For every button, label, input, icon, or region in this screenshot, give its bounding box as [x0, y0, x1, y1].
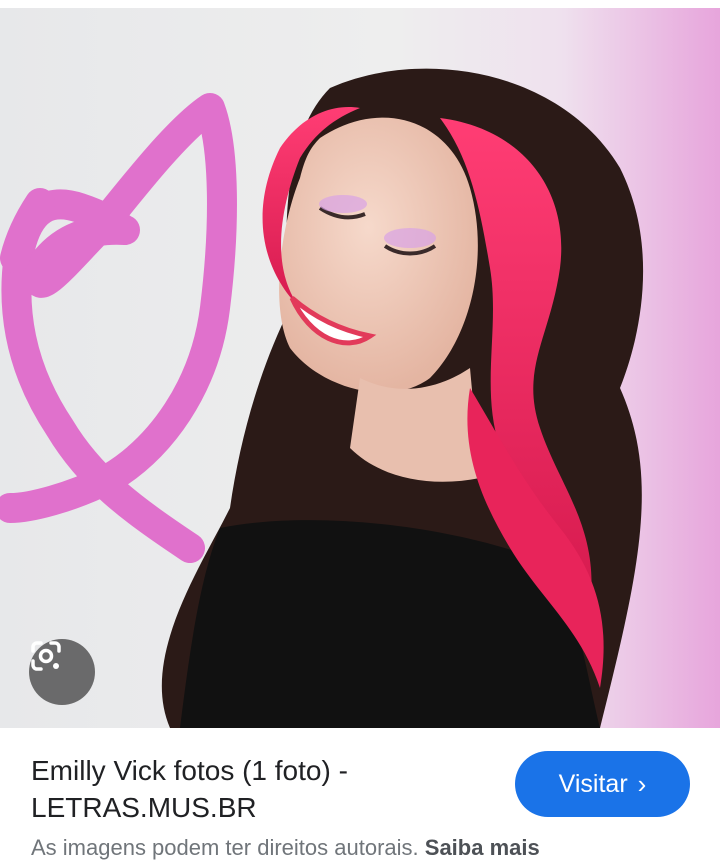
- pink-marker-drawing: [0, 93, 237, 563]
- learn-more-link[interactable]: Saiba mais: [425, 835, 540, 860]
- eyeshadow-left: [319, 195, 367, 213]
- result-title[interactable]: Emilly Vick fotos (1 foto) - LETRAS.MUS.…: [31, 752, 471, 826]
- eyeshadow-right: [384, 228, 436, 248]
- top-edge: [0, 0, 720, 8]
- copyright-text: As imagens podem ter direitos autorais.: [31, 835, 419, 860]
- copyright-notice: As imagens podem ter direitos autorais. …: [31, 835, 540, 861]
- face: [279, 117, 478, 393]
- google-lens-button[interactable]: [29, 639, 95, 705]
- visit-button[interactable]: Visitar ›: [515, 751, 690, 817]
- result-caption: Emilly Vick fotos (1 foto) - LETRAS.MUS.…: [0, 728, 720, 867]
- google-lens-icon: [31, 641, 61, 671]
- result-image[interactable]: [0, 8, 720, 728]
- chevron-right-icon: ›: [637, 768, 647, 799]
- visit-button-label: Visitar: [558, 769, 628, 798]
- photo-illustration: [0, 68, 644, 728]
